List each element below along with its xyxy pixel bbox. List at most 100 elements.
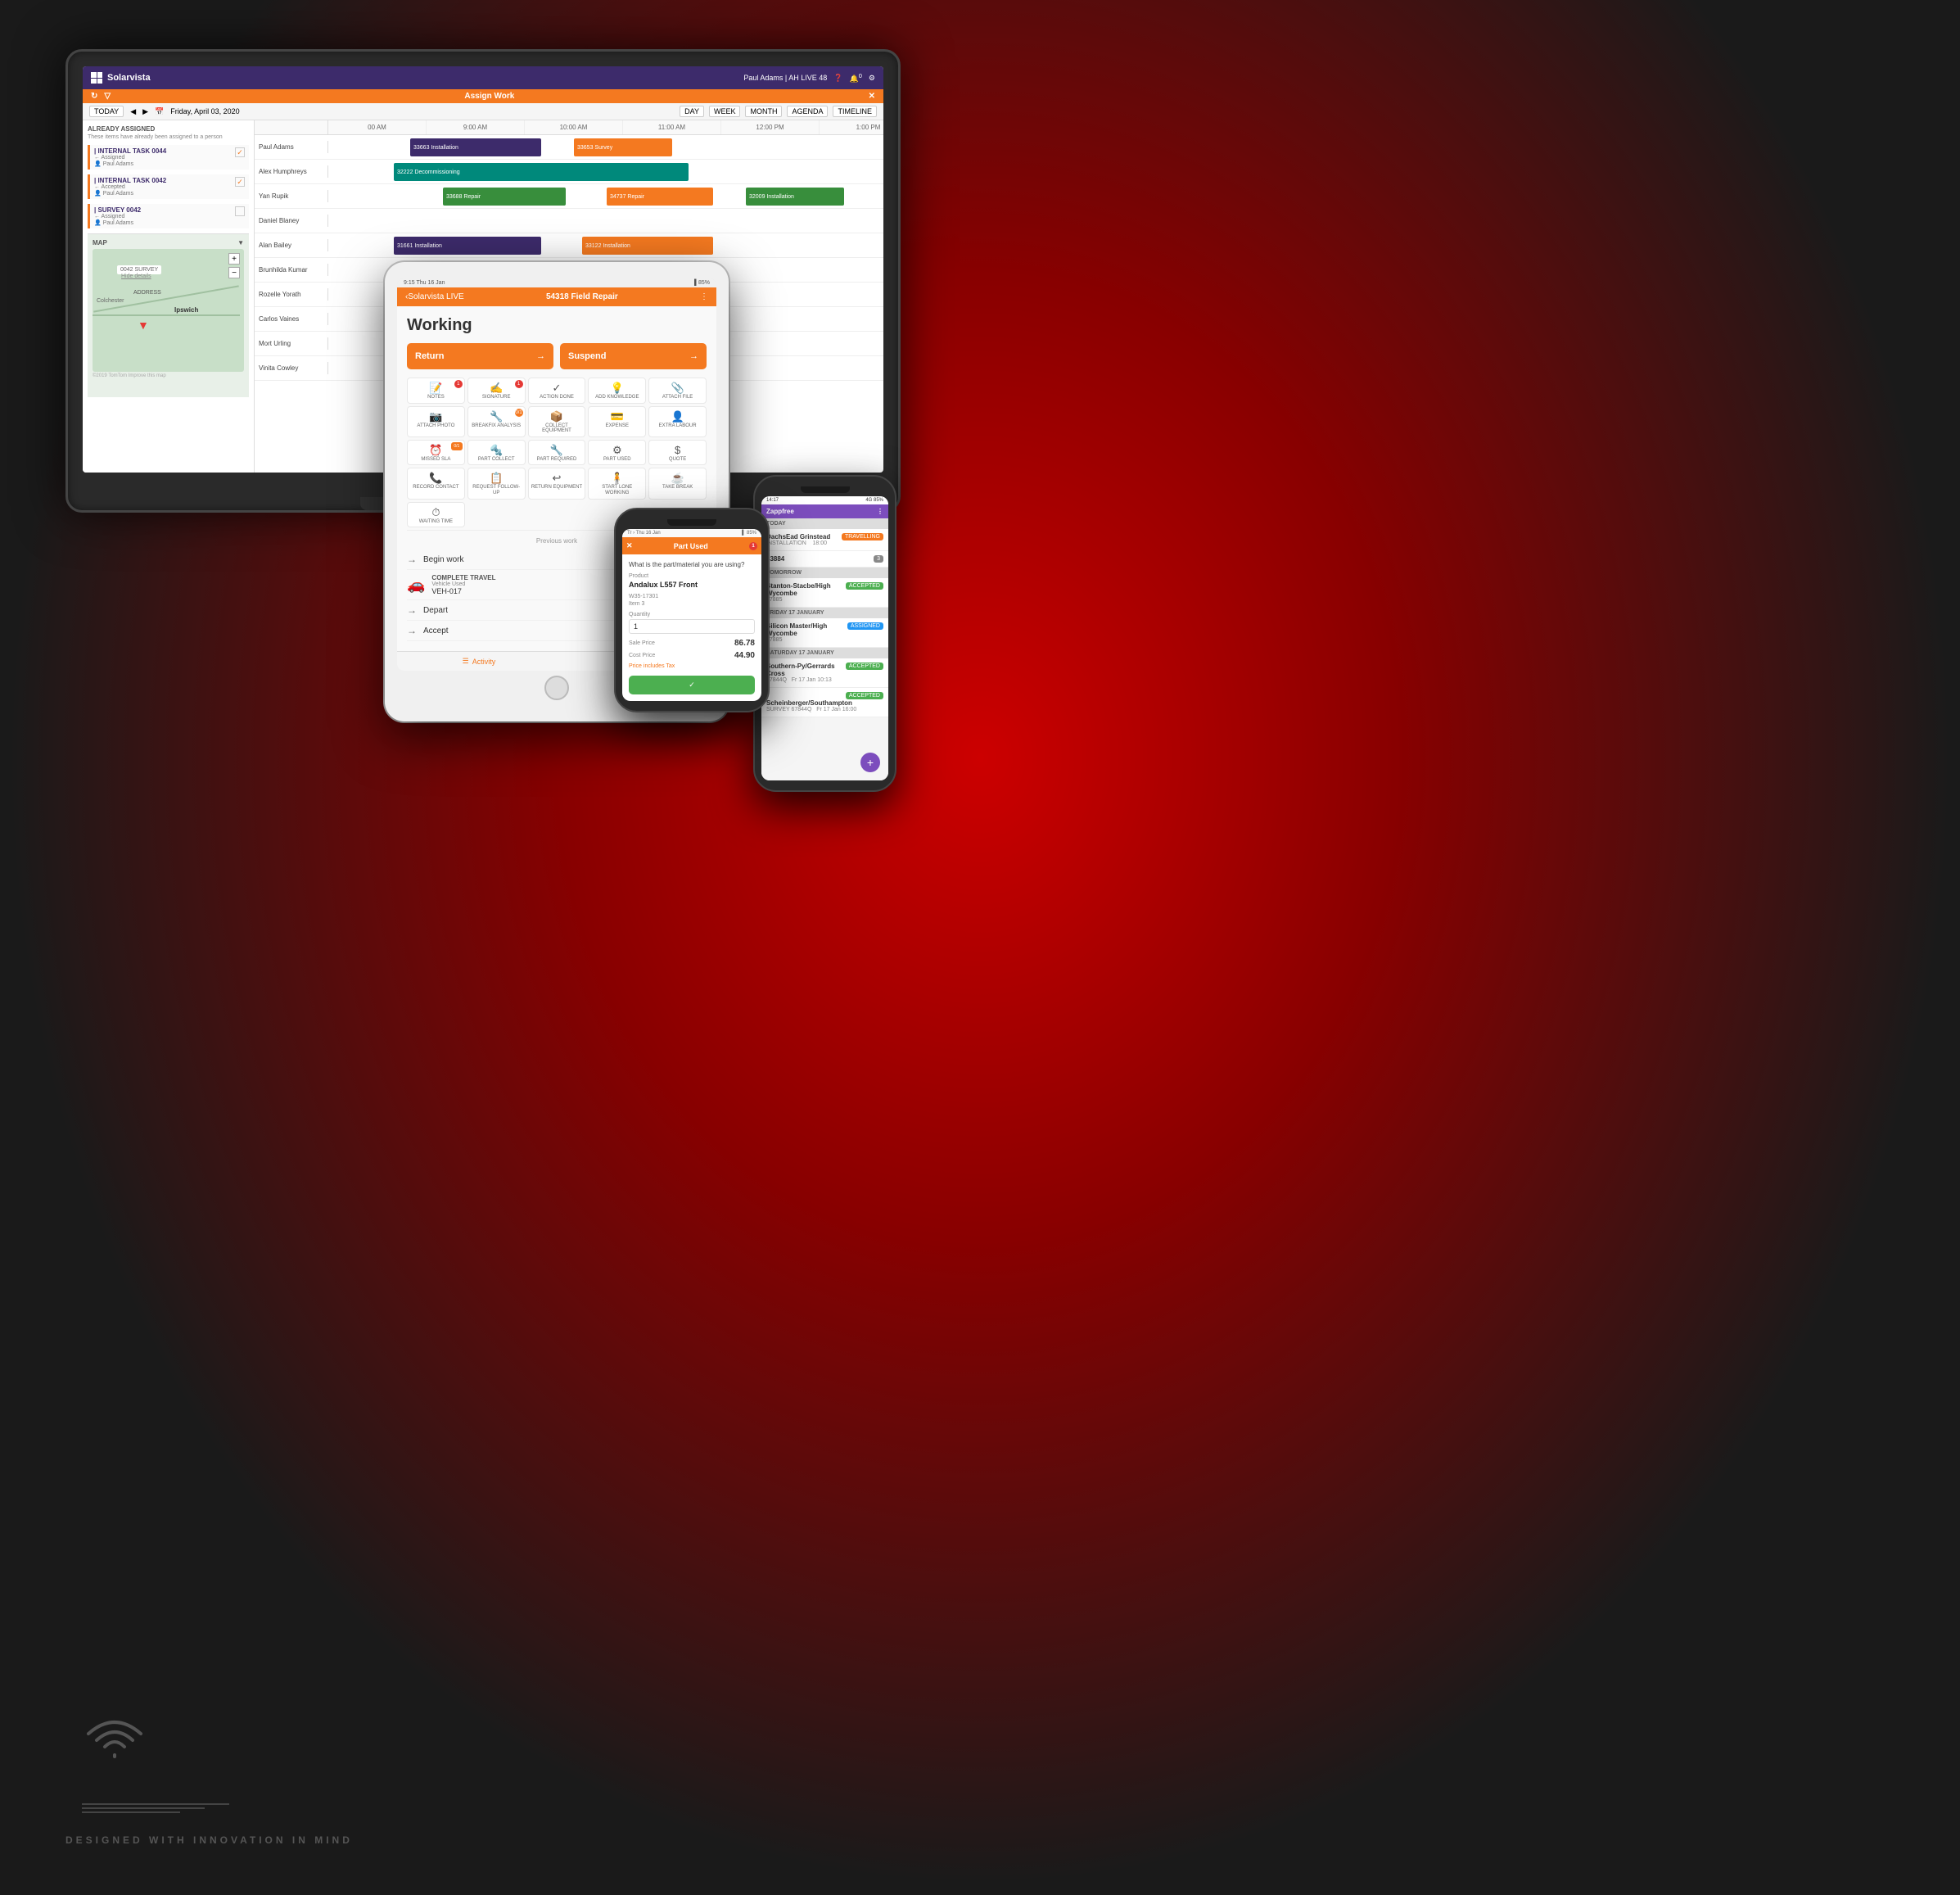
phone-zapp-status: 14:17 4G 85%: [761, 496, 888, 504]
action-notes[interactable]: 1 📝 NOTES: [407, 378, 465, 404]
action-waiting-time[interactable]: ⏱ WAITING TIME: [407, 502, 465, 528]
task-1-status: ← Assigned: [94, 155, 245, 161]
map-zoom-in[interactable]: +: [228, 253, 240, 265]
zapp-item-1[interactable]: TRAVELLING DachsEad Grinstead INSTALLATI…: [761, 529, 888, 551]
action-expense[interactable]: 💳 EXPENSE: [588, 406, 646, 437]
map-toggle[interactable]: ▼: [237, 239, 244, 246]
action-missed-sla[interactable]: 0/1 ⏰ MISSED SLA: [407, 440, 465, 466]
event-yan-3[interactable]: 32009 Installation: [746, 188, 844, 206]
row-name-daniel: Daniel Blaney: [255, 215, 328, 227]
map-pin: ▼: [138, 319, 149, 332]
task-1-checkbox[interactable]: ✓: [235, 147, 245, 157]
task-2-checkbox[interactable]: ✓: [235, 177, 245, 187]
wifi-icon: [82, 1714, 147, 1772]
zapp-tomorrow-header: TOMORROW: [761, 568, 888, 578]
action-knowledge[interactable]: 💡 ADD KNOWLEDGE: [588, 378, 646, 404]
filter-icon[interactable]: ▽: [104, 92, 111, 101]
phone-zapp-notch: [801, 486, 850, 493]
tablet-title: 54318 Field Repair: [464, 292, 700, 301]
action-follow-up[interactable]: 📋 REQUEST FOLLOW-UP: [467, 468, 526, 499]
event-paul-1[interactable]: 33663 Installation: [410, 138, 541, 156]
zapp-menu[interactable]: ⋮: [877, 508, 883, 515]
tablet-home-button[interactable]: [544, 676, 569, 700]
event-yan-2[interactable]: 34737 Repair: [607, 188, 713, 206]
action-record-contact[interactable]: 📞 RECORD CONTACT: [407, 468, 465, 499]
notification-icon[interactable]: 🔔0: [850, 72, 862, 84]
week-btn[interactable]: WEEK: [709, 106, 741, 117]
item-5-badge: ACCEPTED: [846, 663, 883, 670]
settings-icon[interactable]: ⚙: [869, 74, 875, 83]
map-title: MAP: [93, 239, 107, 246]
close-icon[interactable]: ✕: [869, 92, 875, 101]
timeline-btn[interactable]: TIMELINE: [833, 106, 877, 117]
action-part-required[interactable]: 🔧 PART REQUIRED: [528, 440, 586, 466]
collect-equip-icon: 📦: [531, 411, 583, 422]
day-btn[interactable]: DAY: [680, 106, 704, 117]
extra-labour-icon: 👤: [652, 411, 703, 422]
sidebar-task-2[interactable]: | INTERNAL TASK 0042 ✓ ← Accepted 👤 Paul…: [88, 174, 249, 199]
map-address-link[interactable]: Hide details: [121, 274, 151, 279]
action-part-used[interactable]: ⚙ PART USED: [588, 440, 646, 466]
assign-work-title: Assign Work: [464, 92, 514, 101]
sidebar-task-3[interactable]: | SURVEY 0042 ← Assigned 👤 Paul Adams: [88, 204, 249, 228]
action-quote[interactable]: $ QUOTE: [648, 440, 707, 466]
collect-equip-label: COLLECT EQUIPMENT: [531, 423, 583, 434]
tablet-back-label[interactable]: Solarvista LIVE: [408, 292, 463, 301]
tablet-menu-icon[interactable]: ⋮: [700, 292, 708, 301]
action-lone-working[interactable]: 🧍 START LONE WORKING: [588, 468, 646, 499]
calendar-row-paul: Paul Adams 33663 Installation 33653 Surv…: [255, 135, 883, 160]
return-equip-icon: ↩: [531, 473, 583, 483]
prev-btn[interactable]: ◀: [130, 107, 136, 116]
item-2-badge: 3: [874, 555, 883, 563]
tab-activity[interactable]: ☰ Activity: [463, 657, 496, 666]
zapp-item-4[interactable]: ASSIGNED Silicon Master/High Wycombe 378…: [761, 618, 888, 648]
action-attach-file[interactable]: 📎 ATTACH FILE: [648, 378, 707, 404]
map-zoom-out[interactable]: −: [228, 267, 240, 278]
help-icon[interactable]: ❓: [833, 74, 842, 83]
event-alex-1[interactable]: 32222 Decommissioning: [394, 163, 689, 181]
photo-label: ATTACH PHOTO: [410, 423, 462, 429]
return-button[interactable]: Return →: [407, 343, 553, 369]
month-btn[interactable]: MONTH: [745, 106, 782, 117]
action-signature[interactable]: 1 ✍ SIGNATURE: [467, 378, 526, 404]
zapp-item-3[interactable]: ACCEPTED Stanton-Stacbe/High Wycombe 378…: [761, 578, 888, 608]
phone-part-back[interactable]: ✕: [626, 541, 633, 550]
quantity-field[interactable]: 1: [629, 619, 755, 634]
return-equip-label: RETURN EQUIPMENT: [531, 485, 583, 491]
action-done[interactable]: ✓ ACTION DONE: [528, 378, 586, 404]
phone-confirm-button[interactable]: ✓: [629, 676, 755, 694]
action-collect-equip[interactable]: 📦 COLLECT EQUIPMENT: [528, 406, 586, 437]
suspend-button[interactable]: Suspend →: [560, 343, 707, 369]
event-alan-2[interactable]: 33122 Installation: [582, 237, 713, 255]
action-extra-labour[interactable]: 👤 EXTRA LABOUR: [648, 406, 707, 437]
phone-zappfree: 14:17 4G 85% Zappfree ⋮ TODAY TRAVELLING…: [753, 475, 896, 792]
task-3-checkbox[interactable]: [235, 206, 245, 216]
event-paul-2[interactable]: 33653 Survey: [574, 138, 672, 156]
part-collect-icon: 🔩: [471, 445, 522, 455]
zapp-item-2[interactable]: 3 33884: [761, 551, 888, 568]
phone-zapp-screen: 14:17 4G 85% Zappfree ⋮ TODAY TRAVELLING…: [761, 496, 888, 780]
missed-sla-badge: 0/1: [451, 442, 463, 450]
sidebar-task-1-title: | INTERNAL TASK 0044 ✓: [94, 147, 245, 155]
action-return-equip[interactable]: ↩ RETURN EQUIPMENT: [528, 468, 586, 499]
sidebar-task-1[interactable]: | INTERNAL TASK 0044 ✓ ← Assigned 👤 Paul…: [88, 145, 249, 170]
event-yan-1[interactable]: 33688 Repair: [443, 188, 566, 206]
attach-file-label: ATTACH FILE: [652, 395, 703, 400]
zapp-item-6[interactable]: ACCEPTED Scheinberger/Southampton SURVEY…: [761, 688, 888, 717]
refresh-icon[interactable]: ↻: [91, 92, 97, 101]
time-slot-13: 1:00 PM: [820, 120, 883, 134]
missed-sla-label: MISSED SLA: [410, 457, 462, 463]
action-take-break[interactable]: ☕ TAKE BREAK: [648, 468, 707, 499]
action-part-collect[interactable]: 🔩 PART COLLECT: [467, 440, 526, 466]
agenda-btn[interactable]: AGENDA: [787, 106, 828, 117]
action-photo[interactable]: 📷 ATTACH PHOTO: [407, 406, 465, 437]
zapp-friday-header: FRIDAY 17 JANUARY: [761, 608, 888, 618]
event-alan-1[interactable]: 31661 Installation: [394, 237, 541, 255]
today-btn[interactable]: TODAY: [89, 106, 124, 117]
phone-part-screen: Tr › Thu 16 Jan ▌ 85% ✕ Part Used 1 What…: [622, 529, 761, 701]
zapp-fab-button[interactable]: +: [860, 753, 880, 772]
action-breakfix[interactable]: 0/1 🔧 BREAKFIX ANALYSIS: [467, 406, 526, 437]
next-btn[interactable]: ▶: [142, 107, 148, 116]
product-value: Andalux L557 Front: [629, 581, 755, 589]
zapp-item-5[interactable]: ACCEPTED Southern-Py/Gerrards Cross 6784…: [761, 658, 888, 688]
